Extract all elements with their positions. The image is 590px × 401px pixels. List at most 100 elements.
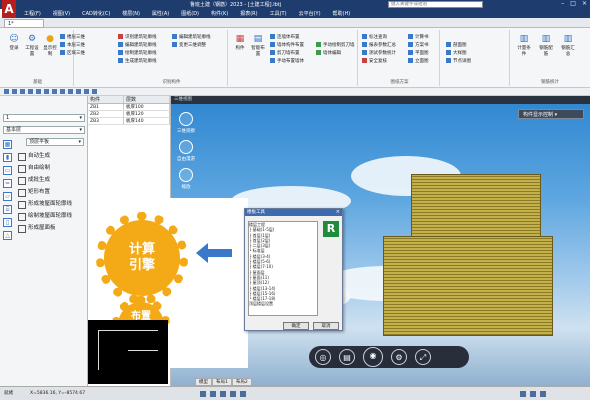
floor-select[interactable]: 1 ▾ — [3, 114, 85, 122]
tool-icon[interactable] — [68, 89, 73, 94]
expand-icon[interactable]: ⤢ — [415, 349, 431, 365]
smart-layout-button[interactable]: ▤ 智能布置 — [250, 34, 266, 57]
tab-layout2[interactable]: 布局2 — [231, 378, 252, 386]
action-form-roof-outline[interactable]: 形成坡屋面轮廓线 — [16, 198, 84, 210]
ribbon-row-test-stats[interactable]: 测试参数统计 — [362, 50, 396, 56]
ribbon-row-mark-query[interactable]: 标注查询 — [362, 34, 387, 40]
display-control-dropdown[interactable]: 构件显示控制 ▾ — [518, 109, 584, 119]
rebar-config-button[interactable]: ▥ 钢筋配筋 — [538, 34, 554, 57]
grid-icon[interactable] — [210, 391, 216, 397]
tool-icon[interactable] — [44, 89, 49, 94]
fullscreen-icon[interactable] — [540, 391, 546, 397]
ribbon-row-manual-shear[interactable]: 手动绘制剪刀墙 — [316, 42, 355, 48]
table-row[interactable]: ZB2 板厚120 — [88, 111, 170, 118]
tool-icon[interactable] — [12, 89, 17, 94]
tool-icon[interactable] — [84, 89, 89, 94]
ribbon-row-layer-3d[interactable]: 本层三维 — [60, 42, 85, 48]
tool-icon[interactable] — [52, 89, 57, 94]
walk-tool[interactable]: 自由漫游 — [175, 140, 197, 168]
action-draw-roof-outline[interactable]: 绘制坡屋面轮廓线 — [16, 210, 84, 222]
column-icon[interactable]: ▮ — [3, 153, 12, 162]
tool-icon[interactable] — [4, 89, 9, 94]
ribbon-row-calc-book[interactable]: 计算书 — [408, 34, 429, 40]
wall-icon[interactable]: ▭ — [3, 166, 12, 175]
ribbon-row-generate-outline[interactable]: 生成建筑轮廓线 — [118, 58, 157, 64]
menu-item-drawing[interactable]: 图纸(D) — [181, 10, 199, 17]
menu-item-help[interactable]: 帮助(H) — [333, 10, 351, 17]
settings-icon[interactable] — [520, 391, 526, 397]
3d-building-lower[interactable] — [383, 236, 553, 336]
ribbon-row-plan-view[interactable]: 平面图 — [408, 50, 429, 56]
layout-icon[interactable] — [530, 391, 536, 397]
orbit-tool[interactable]: 三维观察 — [175, 112, 197, 140]
ribbon-row-floor-3d[interactable]: 楼层三维 — [60, 34, 85, 40]
project-settings-button[interactable]: ⚙ 工程设置 — [24, 34, 40, 57]
component-type-select[interactable]: 顶层平板 ▾ — [26, 138, 84, 146]
cancel-button[interactable]: 取消 — [313, 322, 339, 330]
action-rect-layout[interactable]: 矩形布置 — [16, 186, 84, 198]
tool-icon[interactable] — [60, 89, 65, 94]
action-form-roof-slab[interactable]: 形成屋面板 — [16, 222, 84, 234]
action-free-draw[interactable]: 自由绘制 — [16, 162, 84, 174]
tree-node[interactable]: 顶层楼层设置 — [249, 301, 317, 306]
ok-button[interactable]: 确定 — [283, 322, 309, 330]
ribbon-row-wall-component[interactable]: 墙体构件布置 — [270, 42, 304, 48]
settings-icon[interactable]: ⚙ — [391, 349, 407, 365]
action-batch-generate[interactable]: 成批生成 — [16, 174, 84, 186]
layer-select[interactable]: 基本层 ▾ — [3, 126, 85, 134]
beam-icon[interactable]: ═ — [3, 179, 12, 188]
menu-item-tools[interactable]: 工具(T) — [270, 10, 287, 17]
search-input[interactable]: 键入关键字或短语 — [388, 1, 483, 8]
ribbon-row-adjust-3d[interactable]: 变更三维调整 — [172, 42, 206, 48]
zoom-tool[interactable]: 缩放 — [175, 168, 197, 196]
ribbon-row-area-3d[interactable]: 区域三维 — [60, 50, 85, 56]
tab-layout1[interactable]: 布局1 — [212, 378, 232, 386]
ortho-icon[interactable] — [220, 391, 226, 397]
minimize-icon[interactable]: – — [561, 0, 564, 7]
cad-drawing-area[interactable] — [88, 320, 168, 384]
table-row[interactable]: ZB1 板厚100 — [88, 104, 170, 111]
slab-icon[interactable]: ▱ — [3, 192, 12, 201]
material-stats-button[interactable]: ▥ 计量条件 — [516, 34, 532, 57]
polar-icon[interactable] — [230, 391, 236, 397]
ribbon-row-report-params[interactable]: 报表参数汇总 — [362, 42, 396, 48]
menu-item-project[interactable]: 工程(F) — [24, 10, 41, 17]
ribbon-row-elevation[interactable]: 立面图 — [408, 58, 429, 64]
close-icon[interactable]: × — [336, 209, 340, 215]
maximize-icon[interactable]: □ — [570, 0, 576, 7]
document-tab[interactable]: 1* — [4, 19, 44, 28]
display-control-button[interactable]: ● 显示控制 — [42, 34, 58, 57]
menu-item-attribute[interactable]: 属性(A) — [152, 10, 169, 17]
tool-icon[interactable] — [92, 89, 97, 94]
ribbon-row-safety-check[interactable]: 安全复核 — [362, 58, 387, 64]
door-icon[interactable]: ▯ — [3, 218, 12, 227]
ribbon-row-section[interactable]: 剖面图 — [446, 42, 467, 48]
action-auto-generate[interactable]: 自动生成 — [16, 150, 84, 162]
osnap-icon[interactable] — [240, 391, 246, 397]
ribbon-row-edit-outline-2[interactable]: 编辑建筑轮廓线 — [172, 34, 211, 40]
ribbon-row-wall-connect[interactable]: 连墙体布置 — [270, 34, 300, 40]
rebar-summary-button[interactable]: ▥ 钢筋汇总 — [560, 34, 576, 57]
login-button[interactable]: ☺ 登录 — [6, 34, 22, 51]
tab-model[interactable]: 模型 — [195, 378, 212, 386]
ribbon-row-manual-wall[interactable]: 手动布置墙体 — [270, 58, 304, 64]
menu-item-cloud[interactable]: 云平台(Y) — [299, 10, 321, 17]
ribbon-row-detail[interactable]: 大样图 — [446, 50, 467, 56]
ribbon-row-plan-book[interactable]: 方案书 — [408, 42, 429, 48]
menu-item-view[interactable]: 视图(V) — [53, 10, 70, 17]
component-button[interactable]: ▦ 构件 — [232, 34, 248, 51]
menu-item-floor[interactable]: 楼层(N) — [122, 10, 140, 17]
tool-icon[interactable] — [28, 89, 33, 94]
grid-icon[interactable]: ▦ — [3, 140, 12, 149]
table-row[interactable]: ZB3 板厚140 — [88, 118, 170, 125]
menu-item-report[interactable]: 报表(R) — [240, 10, 257, 17]
snap-icon[interactable] — [200, 391, 206, 397]
close-icon[interactable]: × — [582, 0, 587, 7]
menu-item-component[interactable]: 构件(K) — [211, 10, 228, 17]
floors-icon[interactable]: ▤ — [339, 349, 355, 365]
ribbon-row-node-detail[interactable]: 节点详图 — [446, 58, 471, 64]
menu-item-cad[interactable]: CAD转化(C) — [82, 10, 110, 17]
ribbon-row-identify-outline[interactable]: 识别建筑轮廓线 — [118, 34, 157, 40]
tool-icon[interactable] — [20, 89, 25, 94]
ribbon-row-edit-outline[interactable]: 编辑建筑轮廓线 — [118, 42, 157, 48]
